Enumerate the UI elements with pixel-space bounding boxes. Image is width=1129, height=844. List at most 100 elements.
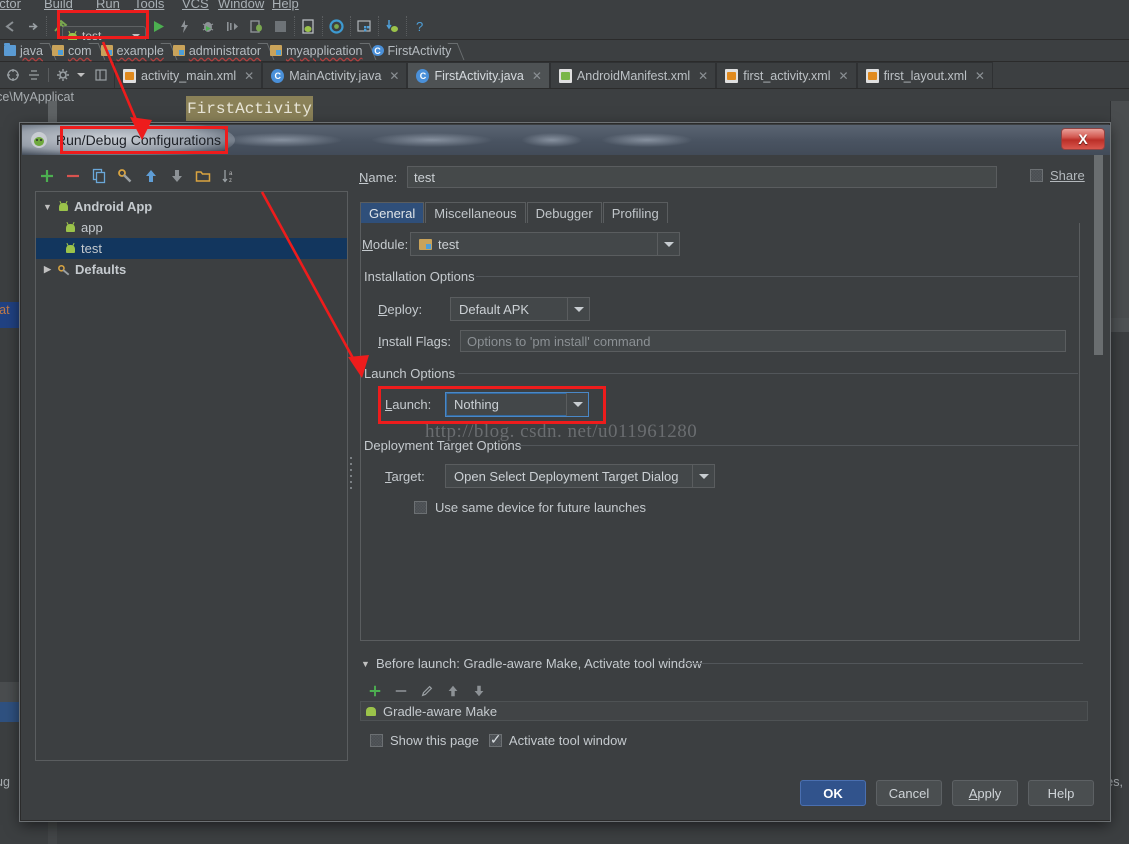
toolbar-separator-4	[350, 16, 351, 36]
tab-general[interactable]: General	[360, 202, 425, 223]
use-same-device-checkbox[interactable]	[414, 501, 427, 514]
activate-tool-window-checkbox[interactable]	[488, 731, 502, 748]
expand-triangle-icon[interactable]: ▼	[360, 659, 371, 669]
breadcrumb-item-myapplication[interactable]: myapplication	[266, 40, 367, 62]
forward-icon[interactable]	[24, 18, 41, 35]
install-flags-input[interactable]: Options to 'pm install' command	[460, 330, 1066, 352]
share-label: Share	[1050, 168, 1085, 183]
tab-miscellaneous[interactable]: Miscellaneous	[425, 202, 526, 223]
breadcrumb-item-example[interactable]: example	[97, 40, 169, 62]
menu-item-window[interactable]: Window	[218, 0, 264, 11]
back-icon[interactable]	[2, 18, 19, 35]
module-icon	[419, 238, 432, 250]
tree-item-android-app[interactable]: ▼ Android App	[36, 196, 347, 217]
share-option[interactable]: Share	[1030, 168, 1085, 183]
add-configuration-button[interactable]	[34, 163, 60, 189]
collapse-triangle-icon[interactable]: ▶	[42, 264, 53, 275]
close-icon[interactable]: ✕	[839, 69, 849, 83]
expand-triangle-icon[interactable]: ▼	[42, 202, 53, 212]
editor-tab-first-layout-xml[interactable]: first_layout.xml ✕	[856, 62, 993, 88]
use-same-device-row[interactable]: Use same device for future launches	[414, 500, 646, 515]
chevron-down-icon[interactable]	[657, 233, 679, 255]
name-input[interactable]: test	[407, 166, 997, 188]
chevron-down-icon[interactable]	[692, 465, 714, 487]
show-this-page-checkbox[interactable]	[370, 734, 383, 747]
svg-text:?: ?	[416, 19, 423, 34]
android-app-icon	[57, 200, 70, 212]
titlebar-glow-4	[602, 133, 692, 147]
right-tool-strip[interactable]	[1110, 101, 1129, 331]
close-icon[interactable]: ✕	[244, 69, 254, 83]
tab-debugger[interactable]: Debugger	[526, 202, 602, 223]
show-this-page-option[interactable]: Show this page	[370, 733, 479, 748]
activate-tool-window-option[interactable]: Activate tool window	[488, 731, 627, 748]
editor-tab-first-activity-xml[interactable]: first_activity.xml ✕	[716, 62, 857, 88]
breadcrumb-item-java[interactable]: java	[0, 40, 48, 62]
help-button[interactable]: Help	[1028, 780, 1094, 806]
tree-item-defaults[interactable]: ▶ Defaults	[36, 259, 347, 280]
gear-icon[interactable]	[56, 68, 70, 82]
move-up-button[interactable]	[138, 163, 164, 189]
tree-item-app[interactable]: app	[36, 217, 347, 238]
project-path-hint: space\MyApplicat	[0, 90, 74, 104]
ok-button[interactable]: OK	[800, 780, 866, 806]
editor-tab-androidmanifest-xml[interactable]: AndroidManifest.xml ✕	[549, 62, 717, 88]
activate-tool-window-label: Activate tool window	[508, 733, 627, 748]
tab-profiling[interactable]: Profiling	[602, 202, 668, 223]
close-button[interactable]: X	[1061, 128, 1105, 150]
sort-configurations-button[interactable]: a z	[216, 163, 242, 189]
edit-templates-button[interactable]	[112, 163, 138, 189]
move-up-icon	[146, 170, 156, 182]
stop-icon[interactable]	[272, 18, 289, 35]
locate-icon[interactable]	[6, 68, 20, 82]
before-launch-checkboxes: Show this page Activate tool window	[370, 731, 627, 748]
run-icon[interactable]	[150, 18, 167, 35]
editor-tab-firstactivity-java[interactable]: C FirstActivity.java ✕	[407, 62, 550, 88]
cancel-button[interactable]: Cancel	[876, 780, 942, 806]
close-icon[interactable]: ✕	[975, 69, 985, 83]
tree-item-test[interactable]: test	[36, 238, 347, 259]
create-folder-button[interactable]	[190, 163, 216, 189]
editor-tab-bar: activity_main.xml ✕ C MainActivity.java …	[0, 62, 1129, 89]
help-icon[interactable]: ?	[412, 18, 429, 35]
sync-gradle-icon[interactable]	[328, 18, 345, 35]
editor-tab-activity-main-xml[interactable]: activity_main.xml ✕	[114, 62, 263, 88]
menu-item-refactor[interactable]: actor	[0, 0, 21, 11]
editor-tab-mainactivity-java[interactable]: C MainActivity.java ✕	[262, 62, 408, 88]
close-icon[interactable]: ✕	[389, 69, 399, 83]
breadcrumb-item-com[interactable]: com	[48, 40, 97, 62]
deploy-combo[interactable]: Default APK	[450, 297, 590, 321]
device-monitor-icon[interactable]	[384, 18, 401, 35]
menu-item-help[interactable]: Help	[272, 0, 299, 11]
step-icon[interactable]	[224, 18, 241, 35]
split-icon[interactable]	[94, 68, 108, 82]
move-down-button[interactable]	[164, 163, 190, 189]
panel-splitter[interactable]	[348, 455, 354, 495]
menu-item-vcs[interactable]: VCS	[182, 0, 209, 11]
remove-configuration-button[interactable]	[60, 163, 86, 189]
apply-button[interactable]: Apply	[952, 780, 1018, 806]
before-launch-task-list[interactable]: Gradle-aware Make	[360, 701, 1088, 721]
breadcrumb-label: com	[67, 43, 92, 58]
collapse-all-icon[interactable]	[27, 68, 41, 82]
module-combo[interactable]: test	[410, 232, 680, 256]
chevron-down-icon[interactable]	[77, 72, 85, 77]
configurations-tree[interactable]: ▼ Android App app test ▶ Defaults	[35, 191, 348, 761]
attach-debugger-icon[interactable]	[176, 18, 193, 35]
breadcrumb-item-administrator[interactable]: administrator	[169, 40, 266, 62]
chevron-down-icon[interactable]	[567, 298, 589, 320]
add-icon	[369, 685, 381, 697]
breadcrumb-item-firstactivity[interactable]: C FirstActivity	[368, 40, 457, 62]
stop-process-icon[interactable]	[248, 18, 265, 35]
copy-configuration-button[interactable]	[86, 163, 112, 189]
sdk-manager-icon[interactable]	[356, 18, 373, 35]
deploy-row: Deploy: Default APK	[378, 297, 590, 321]
avd-manager-icon[interactable]	[300, 18, 317, 35]
debug-icon[interactable]	[200, 18, 217, 35]
share-checkbox[interactable]	[1030, 169, 1043, 182]
dialog-right-scrollbar[interactable]	[1094, 155, 1103, 355]
before-launch-header[interactable]: ▼ Before launch: Gradle-aware Make, Acti…	[360, 656, 702, 671]
target-combo[interactable]: Open Select Deployment Target Dialog	[445, 464, 715, 488]
close-icon[interactable]: ✕	[698, 69, 708, 83]
close-icon[interactable]: ✕	[532, 69, 542, 83]
